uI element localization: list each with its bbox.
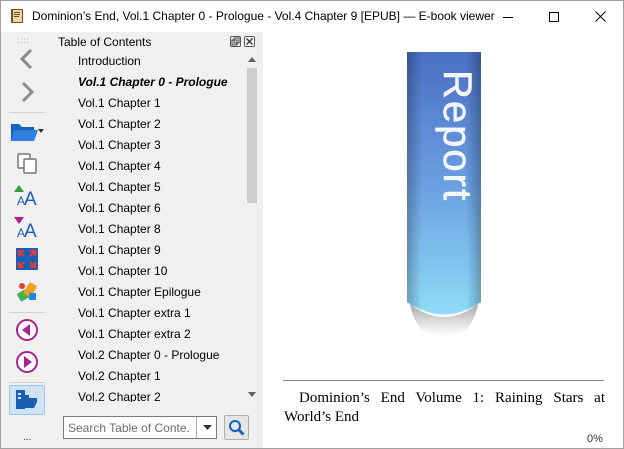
toc-item[interactable]: Vol.1 Chapter 2: [54, 114, 244, 135]
svg-text:A: A: [24, 221, 37, 239]
toc-item[interactable]: Vol.1 Chapter 8: [54, 219, 244, 240]
caret-up-icon: [248, 56, 256, 62]
title-bar: Dominion’s End, Vol.1 Chapter 0 - Prolog…: [1, 1, 623, 32]
toolbar-separator: [9, 112, 45, 113]
close-button[interactable]: [577, 1, 623, 32]
reading-progress: 0%: [587, 433, 603, 445]
toc-search-input[interactable]: [64, 417, 192, 438]
page-rule: [283, 380, 604, 381]
scroll-down-button[interactable]: [244, 386, 260, 402]
previous-page-button[interactable]: [9, 315, 45, 345]
font-larger-icon: A A: [14, 185, 37, 207]
font-larger-button[interactable]: A A: [9, 180, 45, 210]
arrow-right-circle-icon: [16, 351, 38, 373]
book-text: Dominion’s End Volume 1: Raining Stars a…: [284, 390, 605, 425]
app-book-icon: [10, 8, 25, 24]
cover-image: Report: [406, 52, 482, 337]
toc-item[interactable]: Vol.1 Chapter 6: [54, 198, 244, 219]
toc-item[interactable]: Vol.1 Chapter 9: [54, 240, 244, 261]
toc-float-button[interactable]: [230, 36, 241, 47]
toc-close-button[interactable]: [244, 36, 255, 47]
scrollbar-thumb[interactable]: [247, 68, 257, 203]
left-toolbar: :::: A A A A ...: [1, 32, 53, 448]
forward-button[interactable]: [9, 77, 45, 107]
fullscreen-button[interactable]: [9, 244, 45, 274]
cover-title-text: Report: [435, 70, 479, 202]
window-title: Dominion’s End, Vol.1 Chapter 0 - Prolog…: [32, 9, 495, 23]
toc-scrollbar[interactable]: [244, 51, 260, 402]
toc-toggle-button[interactable]: [9, 385, 45, 415]
copy-icon: [17, 153, 37, 174]
fullscreen-icon: [16, 248, 38, 270]
float-window-icon: [231, 37, 240, 46]
toc-item-current[interactable]: Vol.1 Chapter 0 - Prologue: [54, 72, 244, 93]
back-button[interactable]: [9, 44, 45, 74]
toc-item[interactable]: Vol.1 Chapter 3: [54, 135, 244, 156]
close-icon: [246, 38, 253, 45]
caret-down-icon: [248, 391, 256, 397]
svg-text:A: A: [24, 189, 37, 207]
arrow-left-circle-icon: [16, 319, 38, 341]
preferences-icon: [17, 282, 37, 302]
toc-item[interactable]: Vol.1 Chapter 4: [54, 156, 244, 177]
close-icon: [594, 11, 606, 22]
toc-search-box: [63, 416, 217, 439]
toc-search-button[interactable]: [224, 415, 249, 440]
ebook-viewer-window: Dominion’s End, Vol.1 Chapter 0 - Prolog…: [0, 0, 624, 449]
open-ebook-button[interactable]: [9, 116, 45, 146]
toc-item[interactable]: Introduction: [54, 51, 244, 72]
toc-item[interactable]: Vol.1 Chapter 5: [54, 177, 244, 198]
toc-item[interactable]: Vol.2 Chapter 0 - Prologue: [54, 345, 244, 366]
chevron-right-icon: [21, 81, 35, 103]
folder-open-icon: [11, 124, 44, 141]
toc-item[interactable]: Vol.1 Chapter 10: [54, 261, 244, 282]
toc-panel: Table of Contents Introduction Vol.1 Chap…: [54, 32, 260, 448]
chevron-left-icon: [19, 48, 33, 70]
toolbar-separator: [9, 382, 45, 383]
scroll-up-button[interactable]: [244, 51, 260, 67]
minimize-button[interactable]: [485, 1, 531, 32]
toc-title: Table of Contents: [58, 35, 152, 49]
toc-item[interactable]: Vol.1 Chapter extra 2: [54, 324, 244, 345]
toc-item[interactable]: Vol.1 Chapter extra 1: [54, 303, 244, 324]
toolbar-more[interactable]: ...: [23, 432, 31, 443]
toc-item[interactable]: Vol.1 Chapter Epilogue: [54, 282, 244, 303]
maximize-button[interactable]: [531, 1, 577, 32]
reading-area[interactable]: Report Dominion’s End Volume 1: Raining …: [263, 32, 623, 448]
font-smaller-icon: A A: [14, 217, 37, 239]
minimize-icon: [503, 16, 513, 18]
toc-header: Table of Contents: [54, 32, 260, 51]
preferences-button[interactable]: [9, 276, 45, 306]
hand-pointer-icon: [16, 390, 37, 409]
toc-item[interactable]: Vol.1 Chapter 1: [54, 93, 244, 114]
toc-item[interactable]: Vol.2 Chapter 2: [54, 387, 244, 402]
search-history-dropdown[interactable]: [196, 417, 217, 438]
chevron-down-icon: [202, 425, 212, 430]
toolbar-separator: [9, 312, 45, 313]
maximize-icon: [549, 11, 559, 22]
font-smaller-button[interactable]: A A: [9, 212, 45, 242]
next-page-button[interactable]: [9, 347, 45, 377]
copy-button[interactable]: [9, 148, 45, 178]
toc-list: Introduction Vol.1 Chapter 0 - Prologue Vo…: [54, 51, 244, 402]
toc-item[interactable]: Vol.2 Chapter 1: [54, 366, 244, 387]
search-icon: [229, 420, 245, 436]
